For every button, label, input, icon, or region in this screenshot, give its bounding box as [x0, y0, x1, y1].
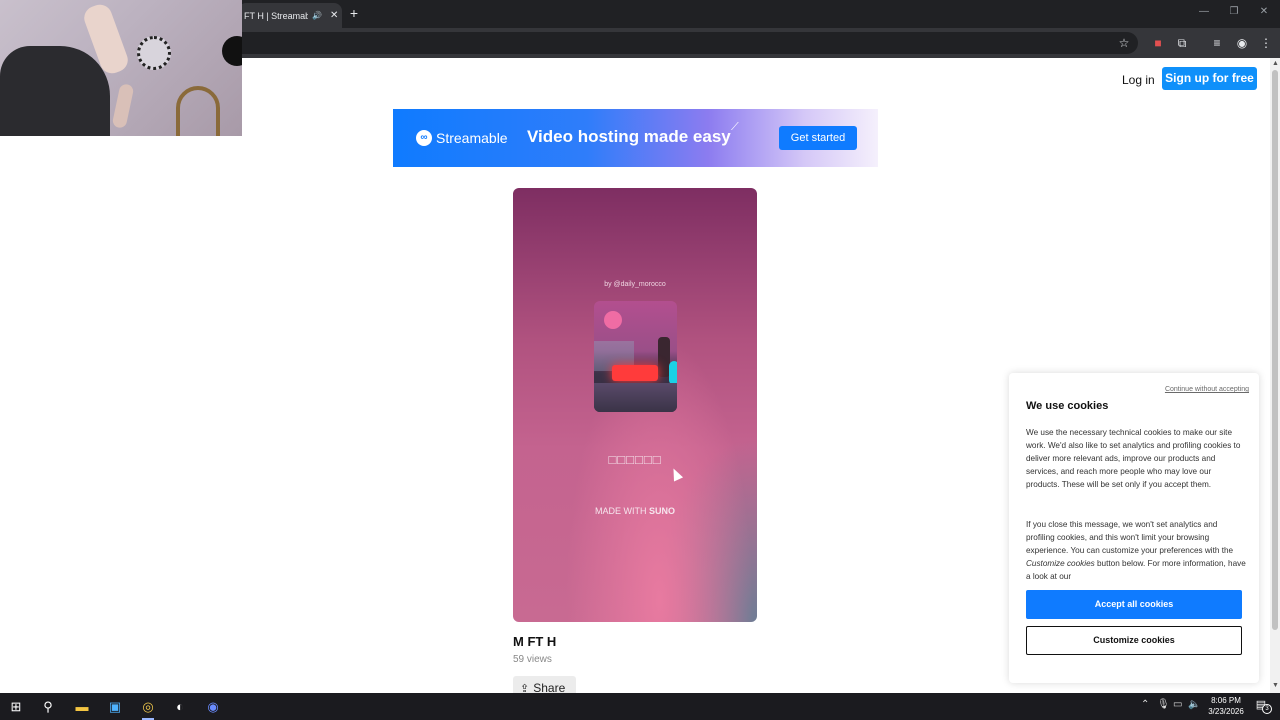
- chrome-icon[interactable]: ◎: [138, 697, 158, 720]
- search-icon[interactable]: ⚲: [38, 697, 58, 717]
- song-title: □□□□□□: [608, 452, 662, 467]
- banner-tagline: Video hosting made easy: [527, 127, 731, 146]
- scrollbar-thumb[interactable]: [1272, 70, 1278, 630]
- video-byline: by @daily_morocco: [604, 281, 666, 288]
- cookie-p2-before: If you close this message, we won't set …: [1026, 520, 1234, 555]
- media-control-icon[interactable]: ≡: [1209, 35, 1225, 51]
- window-close-icon[interactable]: ✕: [1254, 6, 1274, 17]
- continue-without-accepting-link[interactable]: Continue without accepting: [1165, 386, 1249, 393]
- microphone-icon[interactable]: 🎙: [1157, 699, 1170, 710]
- banner-brand: Streamable: [436, 130, 508, 146]
- windows-taskbar: ⊞ ⚲ ▬ ▣ ◎ ◐ ◉ ⌃ 🎙 ▭ 🔈 8:06 PM 3/23/2026 …: [0, 693, 1280, 720]
- taskbar-time[interactable]: 8:06 PM: [1206, 696, 1246, 705]
- accept-all-cookies-button[interactable]: Accept all cookies: [1026, 590, 1242, 619]
- cookie-p2-em: Customize cookies: [1026, 559, 1095, 568]
- minimize-icon[interactable]: —: [1194, 6, 1214, 17]
- star-icon[interactable]: ☆: [1116, 35, 1132, 51]
- cookie-paragraph-2: If you close this message, we won't set …: [1026, 518, 1246, 583]
- menu-icon[interactable]: ⋮: [1258, 35, 1274, 51]
- share-button[interactable]: ⇪ Share: [513, 676, 576, 693]
- notification-count: 3: [1262, 704, 1272, 714]
- made-with-suno: MADE WITH SUNO: [513, 506, 757, 516]
- page-scrollbar[interactable]: ▲ ▼: [1270, 58, 1280, 693]
- puzzle-icon[interactable]: ⧉: [1174, 35, 1190, 51]
- store-icon[interactable]: ▣: [105, 697, 125, 717]
- suno-brand: SUNO: [648, 506, 675, 516]
- share-label: Share: [533, 681, 566, 693]
- made-with-prefix: MADE WITH: [594, 506, 649, 516]
- new-tab-button[interactable]: +: [346, 5, 362, 21]
- obs-icon[interactable]: ◐: [170, 697, 190, 717]
- browser-tab-active[interactable]: FT H | Streamable 🔊 ✕: [238, 3, 342, 28]
- restore-icon[interactable]: ❐: [1224, 6, 1244, 17]
- wall-clock: [137, 36, 171, 70]
- login-link[interactable]: Log in: [1122, 70, 1155, 90]
- get-started-button[interactable]: Get started: [779, 126, 857, 150]
- profile-icon[interactable]: ◉: [1234, 35, 1250, 51]
- scroll-down-icon[interactable]: ▼: [1272, 682, 1279, 689]
- view-count: 59 views: [513, 654, 552, 665]
- mouse-cursor-icon: [668, 466, 684, 482]
- person-body: [0, 46, 110, 136]
- video-title: M FT H: [513, 634, 557, 649]
- share-icon: ⇪: [520, 683, 530, 693]
- volume-icon[interactable]: 🔈: [1188, 699, 1200, 710]
- customize-cookies-button[interactable]: Customize cookies: [1026, 626, 1242, 655]
- streamable-page: Log in Sign up for free ∞ Streamable Vid…: [242, 58, 1270, 693]
- chrome-profile-icon[interactable]: ◉: [203, 697, 223, 717]
- wall-mirror: [176, 86, 220, 136]
- tab-close-icon[interactable]: ✕: [330, 10, 338, 21]
- dark-object: [222, 36, 242, 66]
- tab-title: FT H | Streamable: [244, 10, 308, 21]
- neon-glow: [612, 365, 658, 381]
- sparkle-icon: ⟋: [731, 121, 739, 133]
- tray-chevron-icon[interactable]: ⌃: [1141, 699, 1149, 710]
- teal-light: [669, 361, 677, 385]
- cookie-dialog: Continue without accepting We use cookie…: [1009, 373, 1259, 683]
- extension-shield-icon[interactable]: ■: [1150, 35, 1166, 51]
- cookie-paragraph-1: We use the necessary technical cookies t…: [1026, 428, 1241, 489]
- windows-start-icon[interactable]: ⊞: [6, 697, 26, 717]
- taskbar-date[interactable]: 3/23/2026: [1203, 707, 1249, 716]
- webcam-overlay: [0, 0, 242, 136]
- signup-button[interactable]: Sign up for free: [1162, 67, 1257, 90]
- streamable-logo-icon: ∞: [416, 130, 432, 146]
- speaker-icon[interactable]: 🔊: [312, 11, 322, 20]
- network-icon[interactable]: ▭: [1173, 699, 1182, 710]
- scroll-up-icon[interactable]: ▲: [1272, 60, 1279, 67]
- moon: [604, 311, 622, 329]
- floor: [594, 383, 677, 412]
- promo-banner[interactable]: ∞ Streamable Video hosting made easy ⟋ G…: [393, 109, 878, 167]
- album-cover: [594, 301, 677, 412]
- video-player[interactable]: by @daily_morocco □□□□□□ MADE WITH SUNO: [513, 188, 757, 622]
- file-explorer-icon[interactable]: ▬: [72, 697, 92, 717]
- person-hand: [111, 83, 135, 129]
- cookie-heading: We use cookies: [1026, 400, 1109, 412]
